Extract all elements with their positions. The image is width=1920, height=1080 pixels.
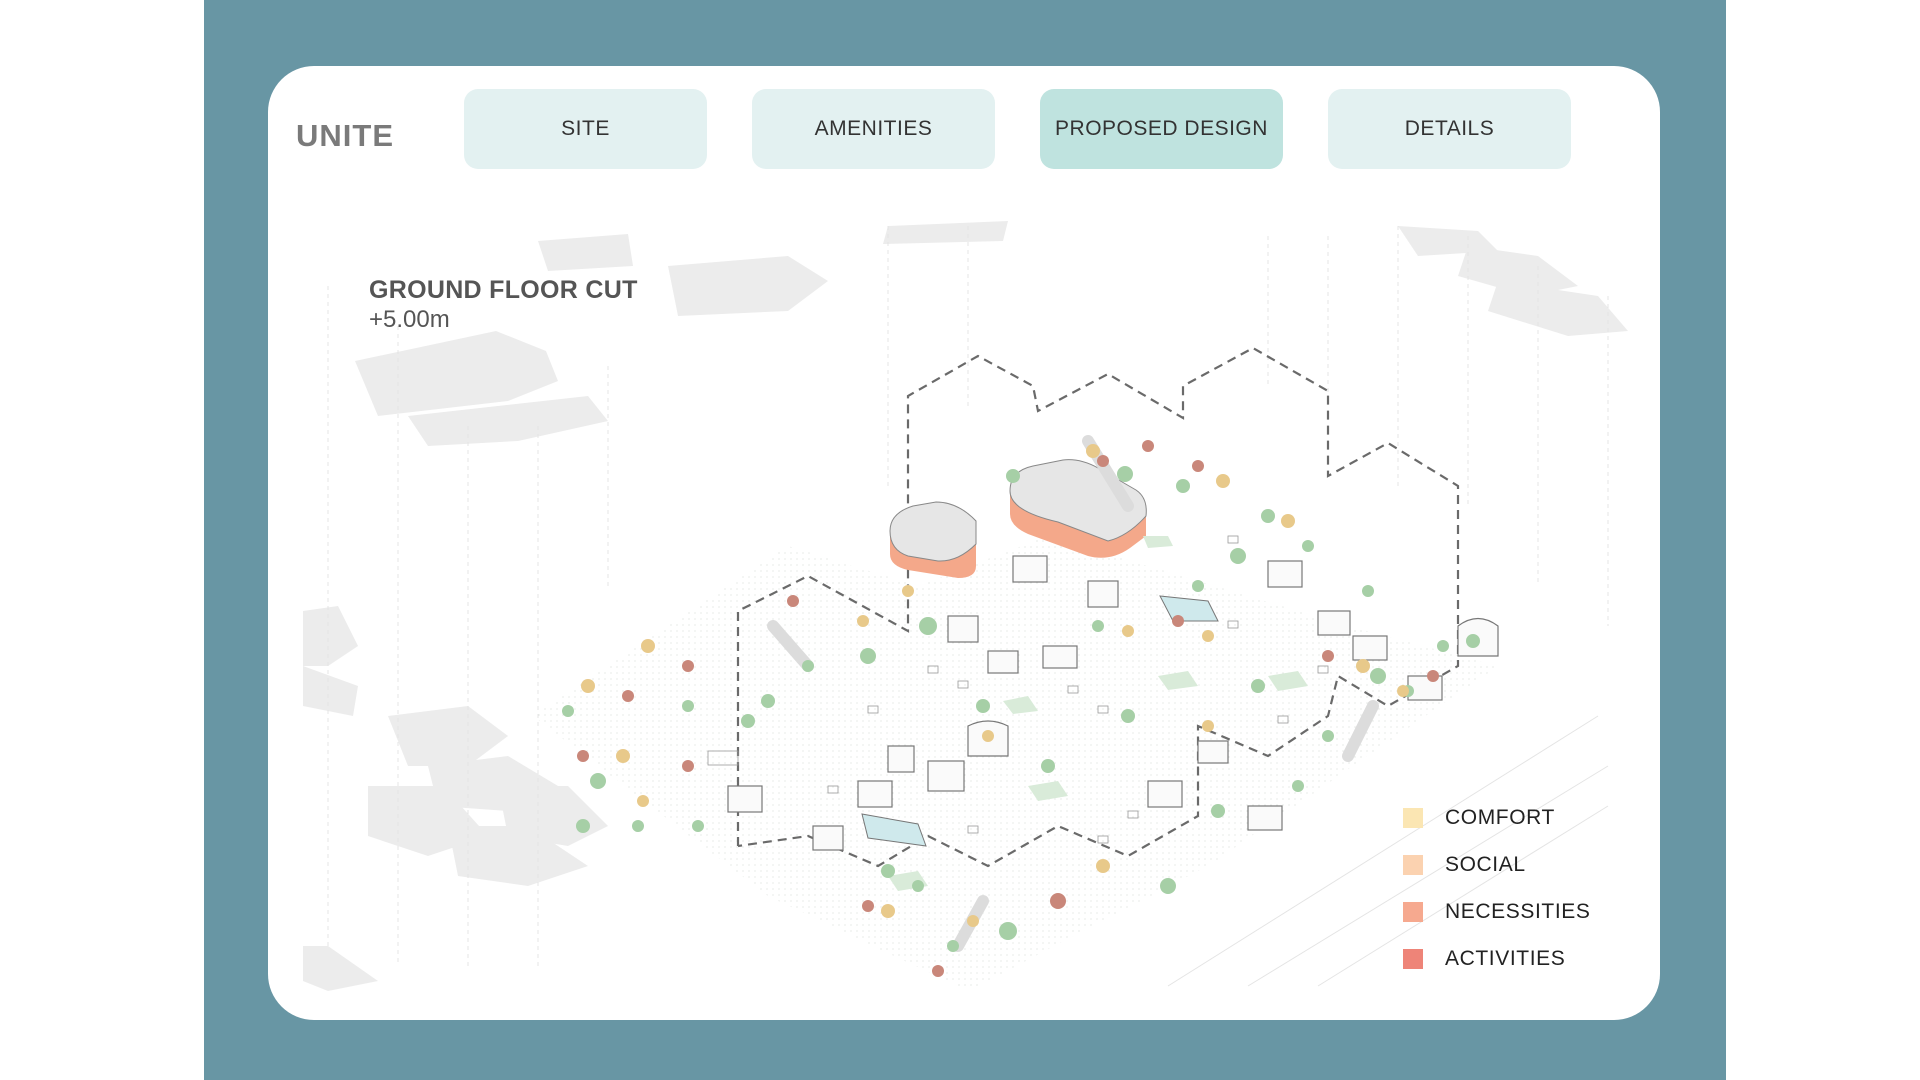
legend-label: SOCIAL bbox=[1445, 852, 1526, 876]
plan-level: +5.00m bbox=[369, 306, 450, 333]
legend-item-activities: ACTIVITIES bbox=[1403, 935, 1590, 982]
tab-site[interactable]: SITE bbox=[464, 89, 707, 169]
legend-item-comfort: COMFORT bbox=[1403, 794, 1590, 841]
tab-amenities[interactable]: AMENITIES bbox=[752, 89, 995, 169]
legend: COMFORT SOCIAL NECESSITIES ACTIVITIES bbox=[1403, 794, 1590, 982]
legend-swatch-necessities bbox=[1403, 901, 1423, 922]
tab-proposed-design[interactable]: PROPOSED DESIGN bbox=[1040, 89, 1283, 169]
plan-title: GROUND FLOOR CUT bbox=[369, 276, 638, 304]
legend-swatch-activities bbox=[1403, 948, 1423, 969]
legend-label: NECESSITIES bbox=[1445, 899, 1591, 923]
legend-item-necessities: NECESSITIES bbox=[1403, 888, 1590, 935]
main-card: UNITE SITE AMENITIES PROPOSED DESIGN DET… bbox=[268, 66, 1660, 1020]
legend-swatch-social bbox=[1403, 854, 1423, 875]
legend-item-social: SOCIAL bbox=[1403, 841, 1590, 888]
legend-swatch-comfort bbox=[1403, 807, 1423, 828]
legend-label: COMFORT bbox=[1445, 805, 1555, 829]
brand-logo: UNITE bbox=[296, 118, 394, 153]
tab-details[interactable]: DETAILS bbox=[1328, 89, 1571, 169]
legend-label: ACTIVITIES bbox=[1445, 946, 1566, 970]
site-ground bbox=[533, 536, 1498, 991]
